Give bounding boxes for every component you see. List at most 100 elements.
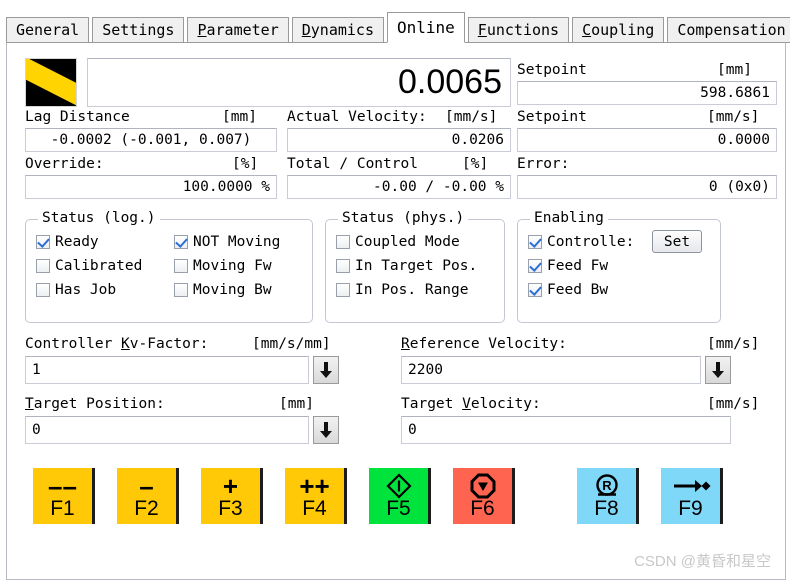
tab-functions[interactable]: Functions [467, 17, 570, 43]
function-button-f2-label: F2 [134, 497, 159, 520]
tab-parameter[interactable]: Parameter [187, 17, 289, 43]
status-ready[interactable]: Ready [36, 234, 99, 250]
function-button-f9[interactable]: F9 [661, 468, 723, 524]
tab-compensation[interactable]: Compensation [667, 17, 790, 43]
move-to-target-arrow-icon [671, 473, 711, 499]
tab-online[interactable]: Online [387, 12, 465, 43]
checkbox-in-pos-range-icon[interactable] [336, 283, 350, 297]
lag-distance-display: -0.0002 (-0.001, 0.007) [25, 128, 277, 152]
status-log-title: Status (log.) [38, 210, 160, 226]
target-position-input[interactable]: 0 [25, 416, 309, 444]
function-button-f9-label: F9 [678, 497, 703, 520]
enabling-controller[interactable]: Controlle: [528, 234, 634, 250]
override-unit: [%] [232, 156, 259, 172]
function-button-f6-label: F6 [470, 497, 495, 520]
kv-factor-apply-arrow-button[interactable] [313, 356, 339, 384]
lag-distance-value: -0.0002 (-0.001, 0.007) [50, 132, 252, 148]
checkbox-feed-fw-icon[interactable] [528, 259, 542, 273]
tab-settings-label: Settings [102, 21, 175, 39]
status-moving-fw[interactable]: Moving Fw [174, 258, 272, 274]
target-velocity-value: 0 [408, 422, 417, 438]
setpoint-velocity-unit: [mm/s] [707, 109, 760, 125]
lag-distance-unit: [mm] [222, 109, 257, 125]
setpoint-velocity-value: 0.0000 [717, 132, 770, 148]
target-position-label: Target Position: [25, 396, 165, 412]
total-control-value: -0.00 / -0.00 % [373, 179, 504, 195]
function-button-f2[interactable]: – F2 [117, 468, 179, 524]
tab-dynamics-label: Dynamics [301, 21, 374, 39]
checkbox-calibrated-icon[interactable] [36, 259, 50, 273]
status-calibrated[interactable]: Calibrated [36, 258, 142, 274]
checkbox-coupled-mode-icon[interactable] [336, 235, 350, 249]
enabling-feed-bw[interactable]: Feed Bw [528, 282, 608, 298]
status-in-target-pos[interactable]: In Target Pos. [336, 258, 477, 274]
checkbox-feed-bw-icon[interactable] [528, 283, 542, 297]
double-minus-icon: –– [48, 471, 77, 501]
arrow-down-icon [712, 362, 724, 378]
function-button-f4[interactable]: ++ F4 [285, 468, 347, 524]
function-button-f6[interactable]: F6 [453, 468, 515, 524]
function-button-f3[interactable]: + F3 [201, 468, 263, 524]
start-diamond-icon [385, 473, 412, 499]
status-moving-bw[interactable]: Moving Bw [174, 282, 272, 298]
reference-velocity-value: 2200 [408, 362, 443, 378]
reference-velocity-input[interactable]: 2200 [401, 356, 701, 384]
enabling-feed-bw-label: Feed Bw [547, 282, 609, 298]
kv-factor-value: 1 [32, 362, 41, 378]
status-moving-bw-label: Moving Bw [193, 282, 272, 298]
checkbox-not-moving-icon[interactable] [174, 235, 188, 249]
tab-dynamics[interactable]: Dynamics [291, 17, 384, 43]
enabling-group: Enabling Controlle: Set Feed Fw Feed Bw [517, 210, 721, 323]
checkbox-in-target-pos-icon[interactable] [336, 259, 350, 273]
checkbox-moving-fw-icon[interactable] [174, 259, 188, 273]
status-phys-group: Status (phys.) Coupled Mode In Target Po… [325, 210, 505, 323]
actual-position-display: 0.0065 [87, 58, 511, 107]
arrow-down-icon [320, 422, 332, 438]
error-display: 0 (0x0) [517, 175, 777, 199]
checkbox-ready-icon[interactable] [36, 235, 50, 249]
checkbox-moving-bw-icon[interactable] [174, 283, 188, 297]
actual-velocity-label: Actual Velocity: [287, 109, 427, 125]
status-has-job-label: Has Job [55, 282, 117, 298]
total-control-display: -0.00 / -0.00 % [287, 175, 511, 199]
reference-velocity-apply-arrow-button[interactable] [705, 356, 731, 384]
status-coupled-mode-label: Coupled Mode [355, 234, 460, 250]
checkbox-has-job-icon[interactable] [36, 283, 50, 297]
function-button-f3-label: F3 [218, 497, 243, 520]
enabling-feed-fw[interactable]: Feed Fw [528, 258, 608, 274]
stop-octagon-icon [470, 473, 496, 499]
motion-control-online-panel: General Settings Parameter Dynamics Onli… [0, 0, 790, 586]
status-ready-label: Ready [55, 234, 99, 250]
set-button-label: Set [663, 233, 691, 250]
actual-velocity-display: 0.0206 [287, 128, 511, 152]
function-button-f5[interactable]: F5 [369, 468, 431, 524]
status-in-target-pos-label: In Target Pos. [355, 258, 478, 274]
function-button-f8[interactable]: R F8 [577, 468, 639, 524]
target-position-apply-arrow-button[interactable] [313, 416, 339, 444]
checkbox-controller-icon[interactable] [528, 235, 542, 249]
override-display: 100.0000 % [25, 175, 277, 199]
setpoint-position-unit: [mm] [717, 62, 752, 78]
function-button-f4-label: F4 [302, 497, 327, 520]
target-position-unit: [mm] [279, 396, 314, 412]
status-not-moving[interactable]: NOT Moving [174, 234, 280, 250]
status-phys-title: Status (phys.) [338, 210, 469, 226]
reset-r-circle-icon: R [594, 473, 620, 499]
status-in-pos-range[interactable]: In Pos. Range [336, 282, 469, 298]
online-tab-panel: 0.0065 Setpoint [mm] 598.6861 Lag Distan… [6, 42, 786, 580]
total-control-unit: [%] [462, 156, 489, 172]
set-button[interactable]: Set [652, 230, 702, 253]
status-in-pos-range-label: In Pos. Range [355, 282, 469, 298]
target-velocity-input[interactable]: 0 [401, 416, 731, 444]
tab-general[interactable]: General [6, 17, 90, 43]
kv-factor-input[interactable]: 1 [25, 356, 309, 384]
tab-coupling[interactable]: Coupling [572, 17, 665, 43]
status-calibrated-label: Calibrated [55, 258, 143, 274]
function-button-f1[interactable]: –– F1 [33, 468, 95, 524]
tab-settings[interactable]: Settings [92, 17, 185, 43]
override-label: Override: [25, 156, 104, 172]
status-coupled-mode[interactable]: Coupled Mode [336, 234, 460, 250]
setpoint-velocity-display: 0.0000 [517, 128, 777, 152]
tab-general-label: General [16, 21, 80, 39]
status-has-job[interactable]: Has Job [36, 282, 116, 298]
